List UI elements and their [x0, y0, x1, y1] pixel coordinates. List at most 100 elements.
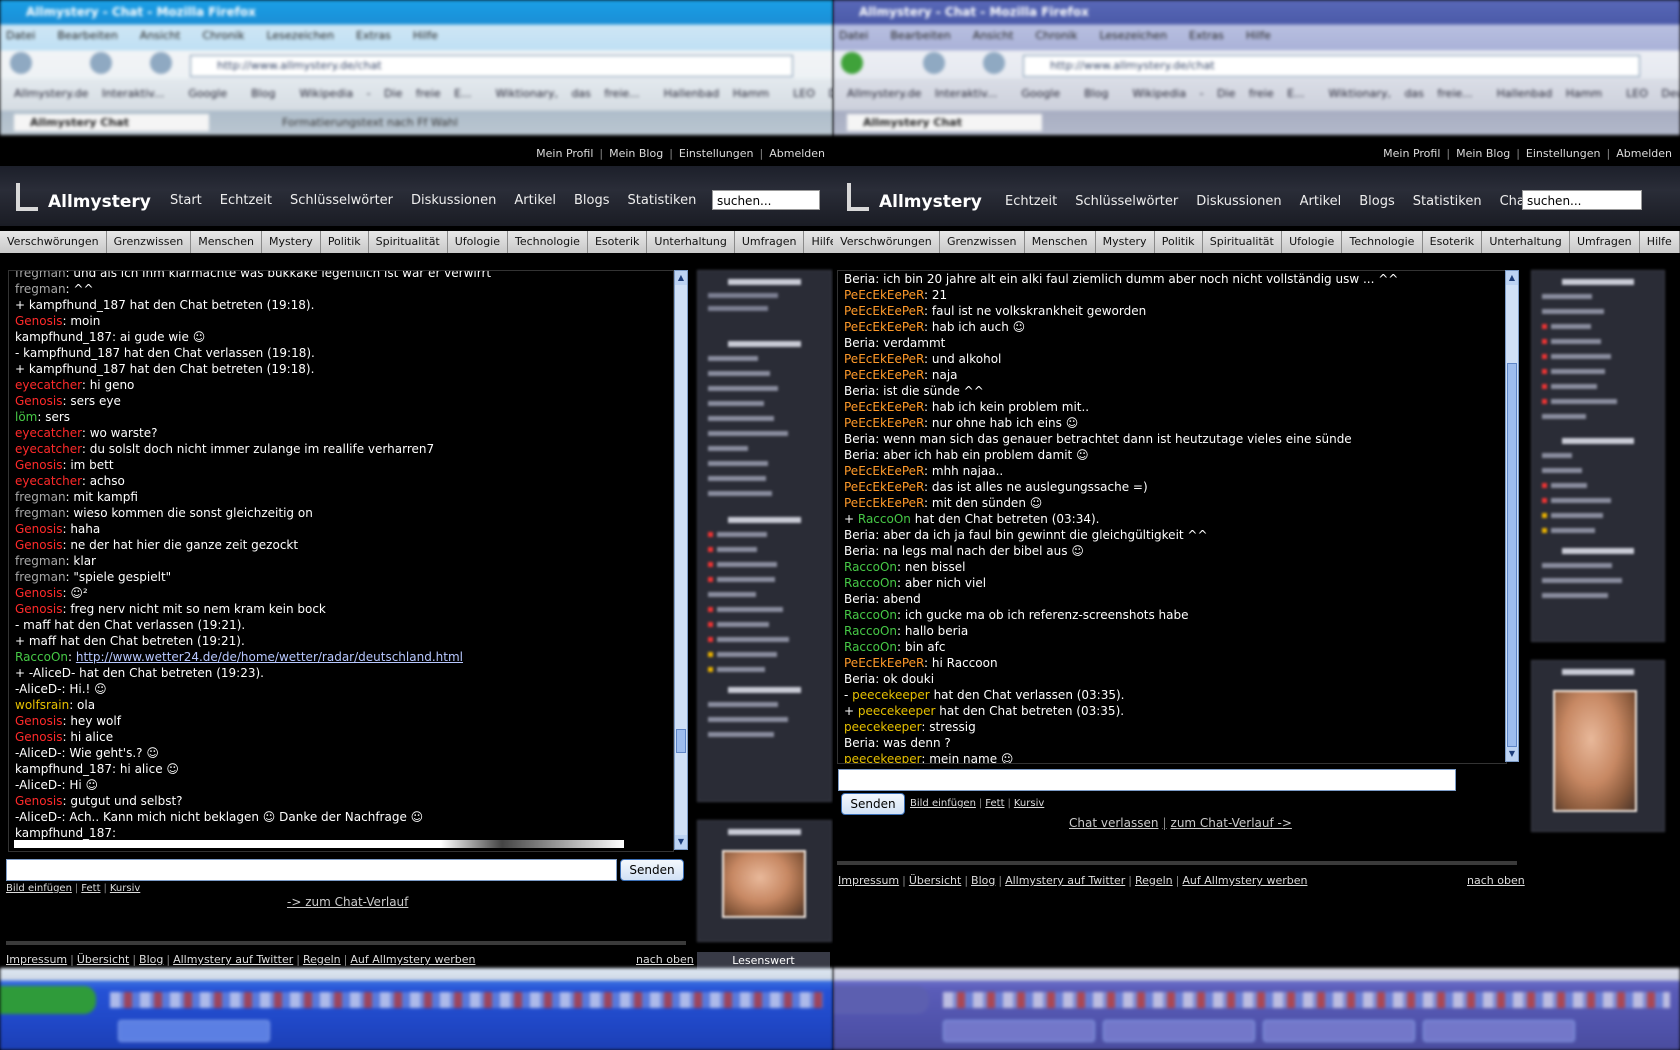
chat-username[interactable]: Beria: [844, 544, 875, 558]
user-photo-thumbnail[interactable]: [1553, 690, 1637, 812]
link-nach-oben[interactable]: nach oben: [1467, 874, 1525, 887]
chat-username[interactable]: fregman: [15, 271, 66, 280]
chat-scrollbar[interactable]: ▲ ▼: [674, 270, 688, 850]
chat-message-input[interactable]: [838, 769, 1456, 791]
footer-link[interactable]: Blog: [139, 953, 163, 966]
chat-username[interactable]: PeEcEkEePeR: [844, 464, 924, 478]
chat-username[interactable]: Beria: [844, 432, 875, 446]
scroll-up-icon[interactable]: ▲: [1506, 271, 1518, 285]
footer-link[interactable]: Impressum: [6, 953, 67, 966]
category-tab[interactable]: Grenzwissen: [940, 231, 1025, 253]
nav-item[interactable]: Blogs: [1359, 194, 1395, 209]
chat-username[interactable]: Genosis: [15, 538, 62, 552]
footer-link[interactable]: Auf Allmystery werben: [350, 953, 475, 966]
category-tab[interactable]: Ufologie: [1282, 231, 1343, 253]
chat-username[interactable]: Genosis: [15, 714, 62, 728]
category-tab[interactable]: Verschwörungen: [0, 231, 107, 253]
link-chat-verlassen[interactable]: Chat verlassen: [1069, 816, 1158, 830]
category-tab[interactable]: Hilfe: [804, 231, 833, 253]
search-input[interactable]: suchen...: [1522, 190, 1642, 210]
category-tab[interactable]: Technologie: [508, 231, 588, 253]
quicklaunch-icons[interactable]: [110, 992, 823, 1008]
nav-item[interactable]: Artikel: [514, 193, 556, 208]
menu-item[interactable]: Bearbeiten: [890, 29, 950, 42]
link-abmelden[interactable]: Abmelden: [769, 147, 825, 160]
category-tab[interactable]: Spiritualität: [369, 231, 448, 253]
menu-item[interactable]: Chronik: [1035, 29, 1077, 42]
chat-username[interactable]: peecekeeper: [852, 688, 930, 702]
link-fett[interactable]: Fett: [985, 798, 1004, 809]
category-tab[interactable]: Politik: [321, 231, 369, 253]
scroll-up-icon[interactable]: ▲: [675, 271, 687, 285]
chat-username[interactable]: Genosis: [15, 794, 62, 808]
category-tab[interactable]: Menschen: [191, 231, 262, 253]
taskbar-window-button[interactable]: [1263, 1020, 1415, 1042]
scroll-thumb[interactable]: [1507, 363, 1517, 747]
footer-link[interactable]: Allmystery auf Twitter: [173, 953, 293, 966]
chat-username[interactable]: PeEcEkEePeR: [844, 368, 924, 382]
chat-username[interactable]: eyecatcher: [15, 426, 82, 440]
chat-username[interactable]: Beria: [844, 736, 875, 750]
link-mein-profil[interactable]: Mein Profil: [536, 147, 593, 160]
category-tab[interactable]: Unterhaltung: [1482, 231, 1570, 253]
reload-icon[interactable]: [923, 52, 945, 74]
bookmark-item[interactable]: Hallenbad Hamm: [664, 87, 770, 100]
menu-item[interactable]: Datei: [6, 29, 35, 42]
user-photo-thumbnail[interactable]: [722, 850, 806, 918]
taskbar-window-button[interactable]: [1423, 1020, 1575, 1042]
chat-username[interactable]: -AliceD-: [15, 778, 62, 792]
chat-username[interactable]: PeEcEkEePeR: [844, 288, 924, 302]
category-tab[interactable]: Umfragen: [735, 231, 805, 253]
chat-username[interactable]: Beria: [844, 336, 875, 350]
chat-username[interactable]: RaccoOn: [844, 624, 897, 638]
reload-icon[interactable]: [90, 52, 112, 74]
menu-item[interactable]: Datei: [839, 29, 868, 42]
link-fett[interactable]: Fett: [81, 883, 100, 894]
back-button-icon[interactable]: [10, 52, 32, 74]
address-bar[interactable]: http://www.allmystery.de/chat: [190, 55, 793, 77]
chat-username[interactable]: Beria: [844, 672, 875, 686]
link-kursiv[interactable]: Kursiv: [1014, 798, 1044, 809]
link-nach-oben[interactable]: nach oben: [636, 953, 694, 966]
chat-username[interactable]: -AliceD-: [15, 682, 62, 696]
bookmark-item[interactable]: Allmystery.de Interaktiv...: [847, 87, 997, 100]
link-chat-verlauf[interactable]: zum Chat-Verlauf ->: [1171, 816, 1292, 830]
address-bar[interactable]: http://www.allmystery.de/chat: [1023, 55, 1640, 77]
menu-bar[interactable]: Datei Bearbeiten Ansicht Chronik Lesezeichen…: [839, 29, 1293, 42]
link-einstellungen[interactable]: Einstellungen: [679, 147, 754, 160]
bookmark-item[interactable]: LEO Deutsch-Englisch: [1626, 87, 1680, 100]
chat-username[interactable]: Beria: [844, 448, 875, 462]
chat-username[interactable]: PeEcEkEePeR: [844, 480, 924, 494]
chat-username[interactable]: eyecatcher: [15, 442, 82, 456]
chat-username[interactable]: wolfsrain: [15, 698, 69, 712]
category-tab[interactable]: Unterhaltung: [647, 231, 735, 253]
chat-username[interactable]: kampfhund_187: [15, 762, 112, 776]
bookmark-item[interactable]: Blog: [1084, 87, 1108, 100]
chat-username[interactable]: RaccoOn: [844, 640, 897, 654]
footer-link[interactable]: Übersicht: [909, 874, 961, 887]
category-tab[interactable]: Mystery: [262, 231, 321, 253]
menu-item[interactable]: Extras: [356, 29, 391, 42]
link-bild-einfuegen[interactable]: Bild einfügen: [6, 883, 72, 894]
tab-allmystery-chat[interactable]: Allmystery Chat: [14, 114, 209, 131]
chat-scrollbar[interactable]: ▲ ▼: [1505, 270, 1519, 762]
chat-username[interactable]: Genosis: [15, 730, 62, 744]
site-logo[interactable]: Allmystery: [16, 183, 151, 212]
scroll-thumb[interactable]: [676, 729, 686, 753]
bookmark-item[interactable]: Hallenbad Hamm: [1497, 87, 1603, 100]
nav-item[interactable]: Schlüsselwörter: [290, 193, 393, 208]
chat-username[interactable]: fregman: [15, 554, 66, 568]
chat-username[interactable]: Genosis: [15, 394, 62, 408]
chat-username[interactable]: Genosis: [15, 314, 62, 328]
nav-item[interactable]: Statistiken: [1413, 194, 1482, 209]
bookmark-item[interactable]: Google: [1021, 87, 1060, 100]
nav-item[interactable]: Echtzeit: [1005, 194, 1057, 209]
menu-item[interactable]: Lesezeichen: [266, 29, 334, 42]
link-einstellungen[interactable]: Einstellungen: [1526, 147, 1601, 160]
nav-item[interactable]: Blogs: [574, 193, 610, 208]
link-mein-blog[interactable]: Mein Blog: [609, 147, 663, 160]
chat-username[interactable]: Genosis: [15, 586, 62, 600]
chat-username[interactable]: RaccoOn: [15, 650, 68, 664]
home-icon[interactable]: [150, 52, 172, 74]
footer-link[interactable]: Allmystery auf Twitter: [1005, 874, 1125, 887]
